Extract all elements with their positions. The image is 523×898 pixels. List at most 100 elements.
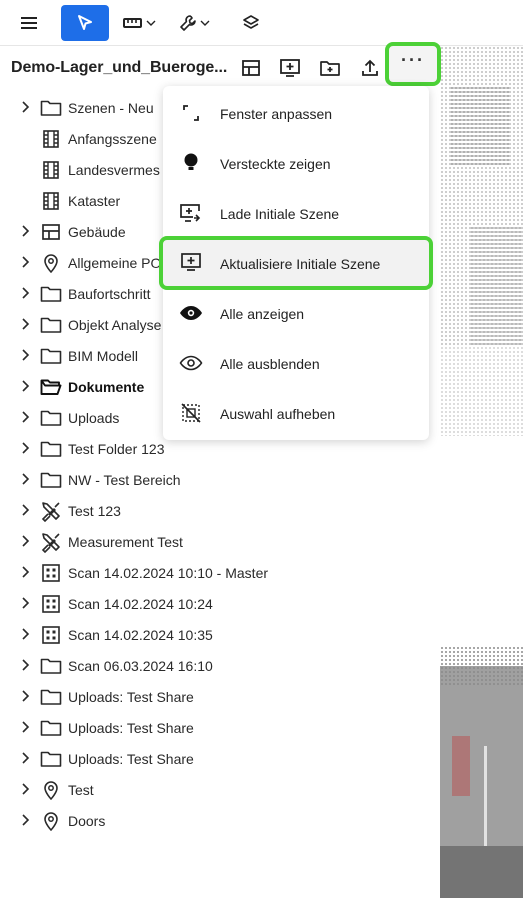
chevron-right-icon[interactable]	[19, 223, 33, 239]
tree-item[interactable]: Test	[0, 774, 440, 805]
deselect-icon	[178, 401, 204, 425]
tree-item[interactable]: Doors	[0, 805, 440, 836]
folder-icon	[40, 97, 62, 119]
folder-icon	[40, 686, 62, 708]
chevron-down-icon	[146, 20, 155, 26]
scan-grid-icon	[40, 593, 62, 615]
tree-item-label: Objekt Analyse	[68, 317, 162, 333]
tree-item-label: Kataster	[68, 193, 121, 209]
tree-item-label: Uploads: Test Share	[68, 751, 194, 767]
scan-grid-icon	[40, 624, 62, 646]
tree-item[interactable]: Uploads: Test Share	[0, 743, 440, 774]
tree-item[interactable]: Scan 14.02.2024 10:35	[0, 619, 440, 650]
menu-item-label: Versteckte zeigen	[220, 156, 331, 172]
tree-item[interactable]: Scan 14.02.2024 10:24	[0, 588, 440, 619]
load-scene-icon	[178, 201, 204, 225]
chevron-right-icon[interactable]	[19, 254, 33, 270]
menu-item[interactable]: Versteckte zeigen	[163, 138, 429, 188]
add-scene-button[interactable]	[278, 56, 302, 80]
menu-item[interactable]: Aktualisiere Initiale Szene	[163, 238, 429, 288]
chevron-right-icon[interactable]	[19, 502, 33, 518]
tree-item-label: Uploads: Test Share	[68, 689, 194, 705]
tree-item-label: Scan 14.02.2024 10:24	[68, 596, 213, 612]
folder-icon	[40, 345, 62, 367]
tree-item[interactable]: Test 123	[0, 495, 440, 526]
wrench-icon	[179, 15, 196, 31]
chevron-right-icon[interactable]	[19, 750, 33, 766]
menu-item[interactable]: Auswahl aufheben	[163, 388, 429, 438]
tree-item[interactable]: Scan 14.02.2024 10:10 - Master	[0, 557, 440, 588]
tree-item-label: Szenen - Neu	[68, 100, 154, 116]
menu-button[interactable]	[12, 5, 48, 41]
chevron-right-icon[interactable]	[19, 347, 33, 363]
pin-icon	[40, 779, 62, 801]
tree-item-label: Uploads: Test Share	[68, 720, 194, 736]
chevron-right-icon[interactable]	[19, 595, 33, 611]
film-icon	[40, 159, 62, 181]
chevron-right-icon[interactable]	[19, 812, 33, 828]
eye-filled-icon	[178, 301, 204, 325]
folder-icon	[40, 314, 62, 336]
menu-item[interactable]: Lade Initiale Szene	[163, 188, 429, 238]
point-cloud-viewport[interactable]	[440, 46, 523, 898]
project-header: Demo-Lager_und_Buerogе... ···	[0, 42, 441, 90]
tree-item-label: Landesvermes	[68, 162, 160, 178]
chevron-down-icon	[200, 20, 209, 26]
tree-item-label: Dokumente	[68, 379, 145, 395]
project-title[interactable]: Demo-Lager_und_Buerogе...	[11, 59, 227, 77]
chevron-right-icon[interactable]	[19, 440, 33, 456]
chevron-right-icon[interactable]	[19, 471, 33, 487]
chevron-right-icon[interactable]	[19, 719, 33, 735]
tree-item-label: Uploads	[68, 410, 120, 426]
tree-item-label: NW - Test Bereich	[68, 472, 181, 488]
select-tool-button[interactable]	[61, 5, 109, 41]
more-icon: ···	[401, 49, 425, 70]
upload-button[interactable]	[358, 56, 382, 80]
tree-item[interactable]: Measurement Test	[0, 526, 440, 557]
chevron-right-icon[interactable]	[19, 626, 33, 642]
folder-icon	[40, 655, 62, 677]
ruler-icon	[122, 18, 142, 28]
menu-item[interactable]: Alle anzeigen	[163, 288, 429, 338]
tree-item[interactable]: Uploads: Test Share	[0, 712, 440, 743]
tree-item-label: BIM Modell	[68, 348, 139, 364]
tree-item[interactable]: Uploads: Test Share	[0, 681, 440, 712]
measure-tool-button[interactable]	[119, 5, 159, 41]
tree-item-label: Gebäude	[68, 224, 126, 240]
menu-item[interactable]: Alle ausblenden	[163, 338, 429, 388]
chevron-right-icon[interactable]	[19, 99, 33, 115]
cursor-arrow-icon	[78, 15, 92, 30]
chevron-right-icon[interactable]	[19, 378, 33, 394]
update-scene-icon	[178, 251, 204, 275]
menu-item-label: Aktualisiere Initiale Szene	[220, 256, 381, 272]
chevron-right-icon[interactable]	[19, 781, 33, 797]
layout-button[interactable]	[239, 56, 263, 80]
tools-button[interactable]	[174, 5, 214, 41]
bulb-icon	[178, 151, 204, 175]
chevron-right-icon[interactable]	[19, 316, 33, 332]
chevron-right-icon[interactable]	[19, 564, 33, 580]
tree-item[interactable]: NW - Test Bereich	[0, 464, 440, 495]
chevron-right-icon[interactable]	[19, 657, 33, 673]
chevron-right-icon[interactable]	[19, 285, 33, 301]
layers-button[interactable]	[233, 5, 269, 41]
tree-item-label: Scan 14.02.2024 10:10 - Master	[68, 565, 269, 581]
add-folder-button[interactable]	[318, 56, 342, 80]
folder-plus-icon	[320, 61, 340, 76]
folder-icon	[40, 283, 62, 305]
chevron-right-icon[interactable]	[19, 688, 33, 704]
tree-item-label: Scan 06.03.2024 16:10	[68, 658, 213, 674]
folder-icon	[40, 438, 62, 460]
folder-icon	[40, 748, 62, 770]
chevron-right-icon[interactable]	[19, 533, 33, 549]
tree-item-label: Measurement Test	[68, 534, 183, 550]
more-options-button[interactable]: ···	[385, 42, 441, 86]
chevron-right-icon[interactable]	[19, 409, 33, 425]
pin-icon	[40, 810, 62, 832]
tree-item-label: Test	[68, 782, 94, 798]
folder-icon	[40, 717, 62, 739]
menu-item[interactable]: Fenster anpassen	[163, 88, 429, 138]
top-toolbar	[0, 0, 523, 46]
tree-item-label: Test Folder 123	[68, 441, 165, 457]
tree-item[interactable]: Scan 06.03.2024 16:10	[0, 650, 440, 681]
